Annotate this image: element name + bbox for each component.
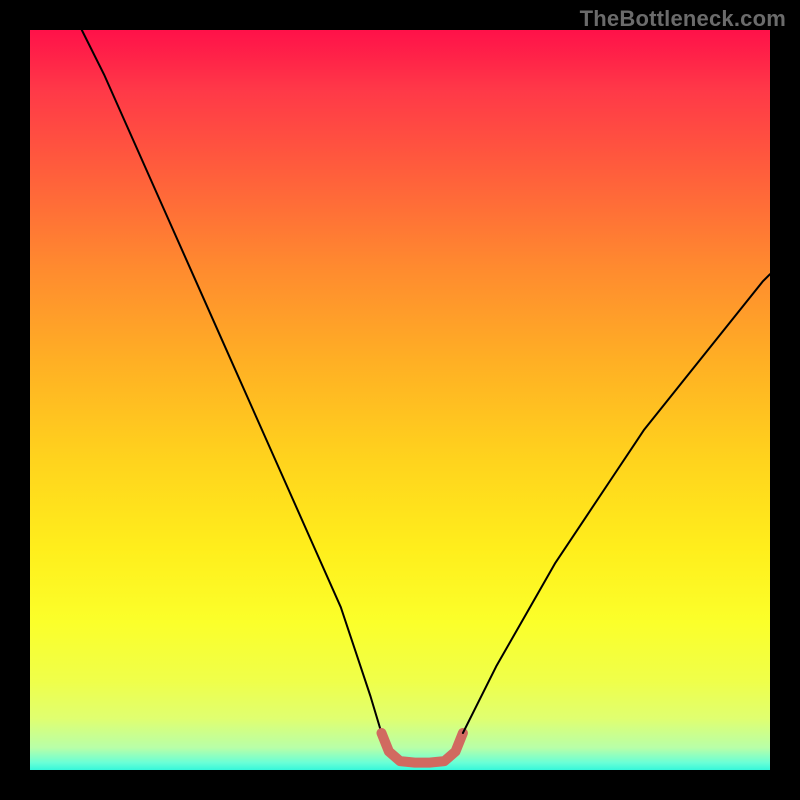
series-optimal-band [382,733,463,763]
series-left-branch [82,30,382,733]
chart-plot-area [30,30,770,770]
attribution-text: TheBottleneck.com [580,6,786,32]
chart-svg [30,30,770,770]
series-right-branch [463,274,770,733]
chart-series-group [82,30,770,763]
